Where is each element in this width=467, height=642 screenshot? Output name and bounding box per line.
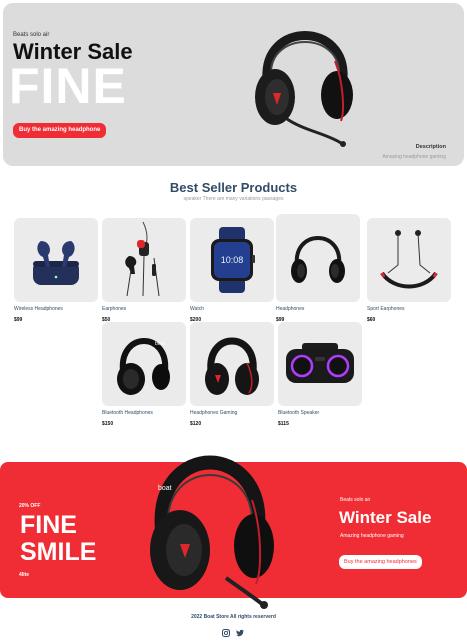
product-image[interactable] bbox=[278, 322, 362, 406]
product-image[interactable] bbox=[14, 218, 98, 302]
product-name[interactable]: Watch bbox=[190, 306, 274, 312]
hero-description-text: Amazing headphone gaming bbox=[382, 154, 446, 160]
product-name[interactable]: Wireless Headphones bbox=[14, 306, 98, 312]
svg-text:boat: boat bbox=[158, 485, 172, 492]
product-price: $115 bbox=[278, 421, 289, 427]
product-price: $60 bbox=[367, 317, 376, 323]
product-price: $99 bbox=[14, 317, 23, 323]
footer-copyright: 2022 Boat Store All rights reserverd bbox=[191, 614, 276, 620]
product-card[interactable]: 10:08 Watch $200 bbox=[190, 218, 274, 323]
banner-big-text: FINE SMILE bbox=[20, 512, 96, 566]
product-price: $120 bbox=[190, 421, 202, 427]
banner-headphone-image: boat bbox=[150, 455, 274, 609]
banner-small-text: Beats solo air bbox=[340, 497, 371, 503]
hero-small-text: Beats solo air bbox=[13, 32, 50, 38]
hero-description-heading: Description bbox=[415, 144, 446, 150]
product-image[interactable]: 10:08 bbox=[190, 218, 274, 302]
banner-big-line-2: SMILE bbox=[20, 538, 97, 566]
neckband-icon bbox=[380, 230, 438, 289]
best-seller-subtitle: speaker There are many variations passag… bbox=[183, 196, 284, 202]
product-card[interactable]: Wireless Headphones $99 bbox=[14, 218, 98, 323]
earbuds-icon bbox=[33, 241, 79, 285]
banner-buy-button[interactable]: Buy the amazing headphones bbox=[339, 555, 422, 569]
product-card[interactable]: Bluetooth Speaker $115 bbox=[278, 322, 362, 427]
instagram-icon[interactable] bbox=[222, 624, 230, 637]
svg-text:boat: boat bbox=[155, 341, 165, 347]
social-icons bbox=[222, 624, 244, 637]
hero-big-text: FINE bbox=[9, 58, 127, 114]
earphones-icon bbox=[125, 221, 160, 297]
banner-discount: 20% OFF bbox=[19, 503, 41, 509]
watch-icon: 10:08 bbox=[211, 227, 255, 293]
product-image[interactable] bbox=[367, 218, 451, 302]
banner-big-line-1: FINE bbox=[20, 511, 77, 539]
hero-banner: Beats solo air Winter Sale FINE Buy the … bbox=[3, 3, 464, 166]
product-card[interactable]: Headphones Gaming $120 bbox=[190, 322, 274, 427]
product-image[interactable]: boat bbox=[102, 322, 186, 406]
product-image[interactable] bbox=[276, 214, 360, 302]
speaker-icon bbox=[286, 343, 354, 383]
hero-buy-button[interactable]: Buy the amazing headphone bbox=[13, 123, 107, 138]
banner-description: Amazing headphone gaming bbox=[340, 533, 404, 539]
product-name[interactable]: Sport Earphones bbox=[367, 306, 451, 312]
headphones-icon: boat bbox=[117, 338, 170, 395]
svg-text:10:08: 10:08 bbox=[221, 255, 244, 265]
product-card[interactable]: Earphones $50 bbox=[102, 218, 186, 323]
product-name[interactable]: Earphones bbox=[102, 306, 186, 312]
best-seller-title: Best Seller Products bbox=[169, 180, 298, 195]
product-card[interactable]: boat Bluetooth Headphones $150 bbox=[102, 322, 186, 427]
gaming-headphones-icon bbox=[205, 337, 259, 395]
product-name[interactable]: Bluetooth Speaker bbox=[278, 410, 362, 416]
product-name[interactable]: Headphones Gaming bbox=[190, 410, 274, 416]
product-image[interactable] bbox=[190, 322, 274, 406]
twitter-icon[interactable] bbox=[236, 624, 244, 637]
product-image[interactable] bbox=[102, 218, 186, 302]
product-name[interactable]: Headphones bbox=[276, 306, 360, 312]
banner-title: Winter Sale bbox=[339, 508, 432, 527]
hero-headphone-image bbox=[255, 31, 353, 147]
product-card[interactable]: Sport Earphones $60 bbox=[367, 218, 451, 323]
headphones-icon bbox=[291, 236, 345, 283]
product-card[interactable]: Headphones $99 bbox=[276, 214, 360, 323]
product-price: $150 bbox=[102, 421, 114, 427]
banner-sales-time: 4lite bbox=[19, 572, 30, 578]
product-name[interactable]: Bluetooth Headphones bbox=[102, 410, 186, 416]
